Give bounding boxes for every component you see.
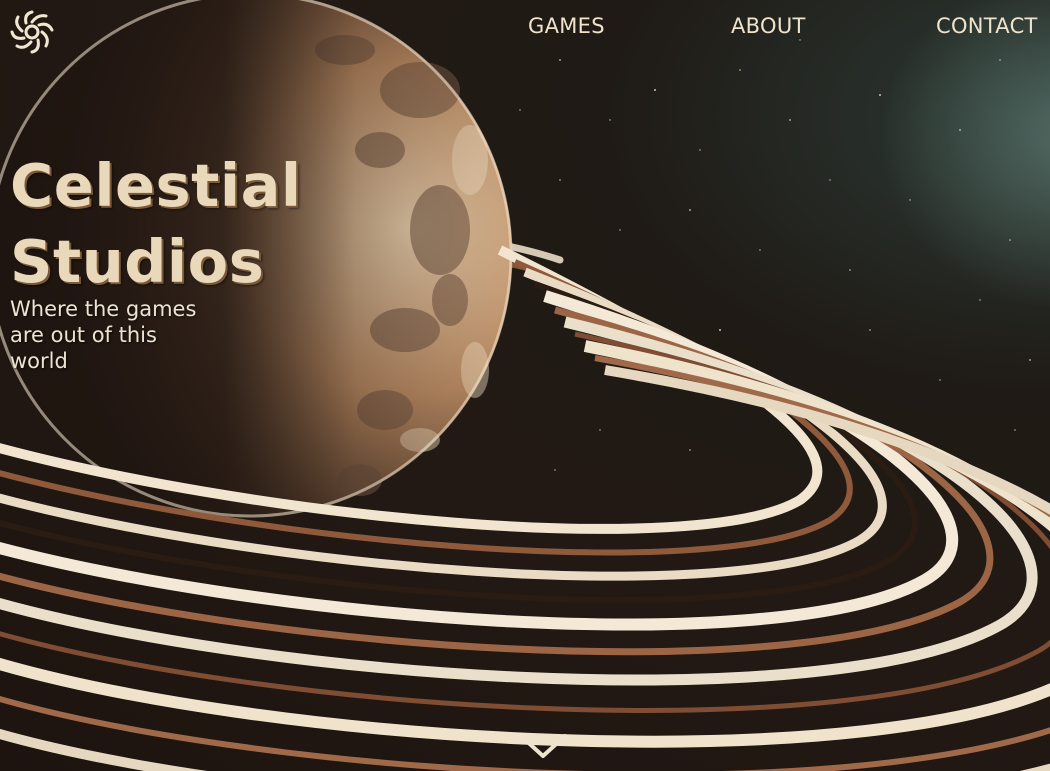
nav-about[interactable]: ABOUT: [731, 14, 806, 38]
page-title: Celestial Studios: [10, 148, 302, 300]
title-line-1: Celestial: [10, 151, 302, 220]
spiral-sun-icon[interactable]: [8, 8, 56, 56]
title-line-2: Studios: [10, 227, 265, 296]
tagline: Where the games are out of this world: [10, 297, 197, 373]
chevron-down-icon[interactable]: [516, 728, 570, 764]
nav-games[interactable]: GAMES: [528, 14, 605, 38]
planet-background: [0, 0, 1050, 771]
hero-page: GAMES ABOUT CONTACT Celestial Studios Wh…: [0, 0, 1050, 771]
nav-contact[interactable]: CONTACT: [936, 14, 1038, 38]
